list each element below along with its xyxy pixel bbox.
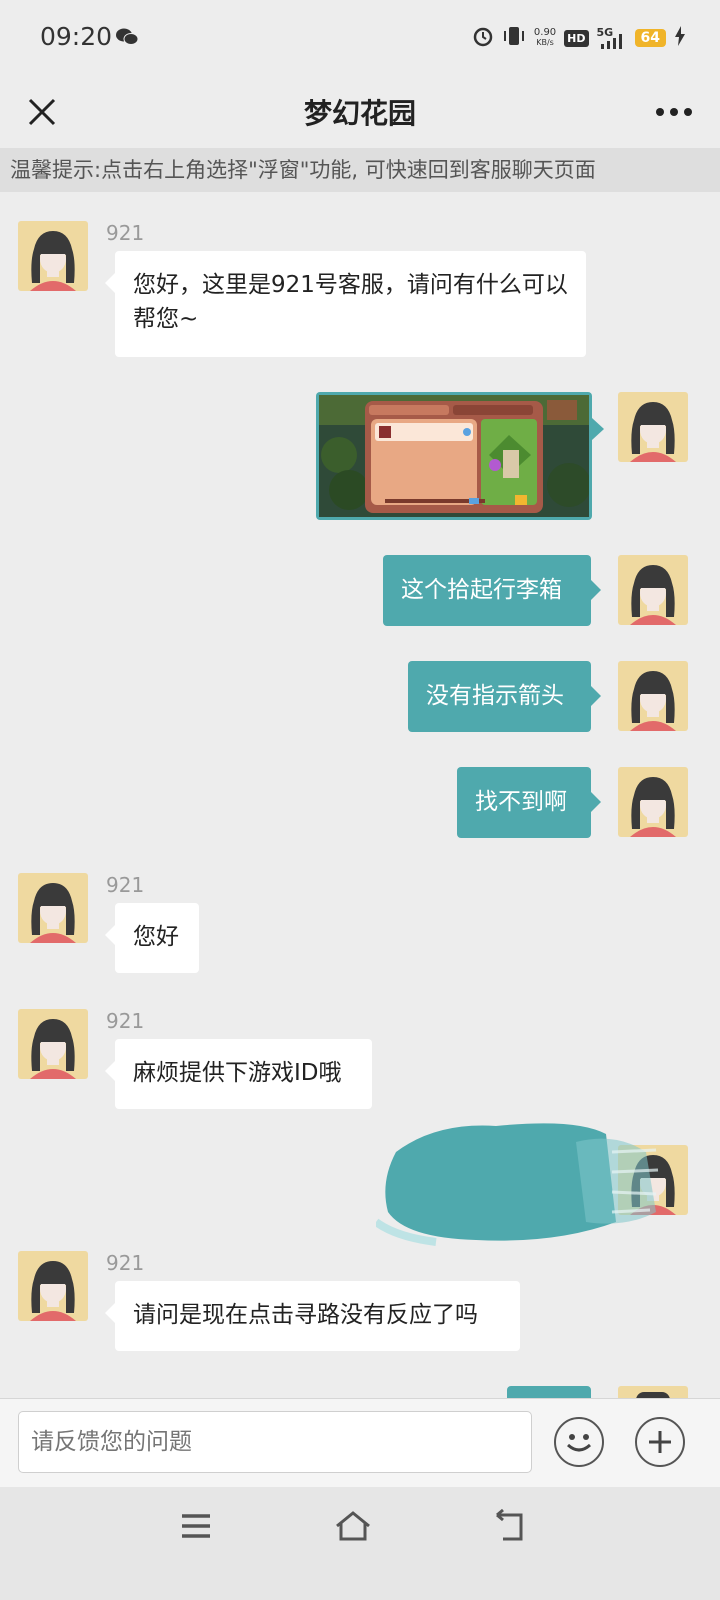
hd-badge: HD bbox=[564, 29, 589, 47]
user-avatar[interactable] bbox=[618, 392, 688, 462]
agent-avatar[interactable] bbox=[18, 221, 88, 291]
status-bar: 09:20 0.90 KB/s HD 5G 64 bbox=[0, 0, 720, 76]
agent-avatar[interactable] bbox=[18, 1009, 88, 1079]
agent-name: 921 bbox=[106, 221, 145, 245]
network-speed: 0.90 KB/s bbox=[534, 28, 556, 48]
agent-message[interactable]: 请问是现在点击寻路没有反应了吗 bbox=[105, 1281, 520, 1351]
battery-level: 64 bbox=[634, 29, 666, 47]
page-title: 梦幻花园 bbox=[303, 97, 416, 130]
agent-name: 921 bbox=[106, 873, 145, 897]
agent-avatar[interactable] bbox=[18, 873, 88, 943]
input-bar bbox=[0, 1398, 720, 1487]
user-message[interactable]: 没有指示箭头 bbox=[408, 661, 601, 732]
speed-unit: KB/s bbox=[536, 38, 554, 47]
signal-icon: 5G bbox=[597, 26, 627, 50]
user-message[interactable]: 找不到啊 bbox=[457, 767, 601, 838]
alarm-icon bbox=[472, 25, 494, 51]
speed-value: 0.90 bbox=[533, 27, 557, 38]
more-icon[interactable] bbox=[650, 90, 698, 134]
header: 梦幻花园 bbox=[0, 76, 720, 148]
user-avatar bbox=[618, 1386, 688, 1398]
vibrate-icon bbox=[502, 25, 526, 51]
agent-message[interactable]: 您好，这里是921号客服，请问有什么可以帮您~ bbox=[105, 251, 586, 357]
image-message[interactable] bbox=[316, 392, 604, 520]
redacted-message bbox=[376, 1123, 659, 1246]
home-icon[interactable] bbox=[333, 1509, 373, 1543]
back-icon[interactable] bbox=[493, 1509, 527, 1543]
message-input[interactable] bbox=[18, 1411, 532, 1473]
user-avatar[interactable] bbox=[618, 555, 688, 625]
emoji-icon[interactable] bbox=[554, 1417, 604, 1467]
user-message-partial bbox=[507, 1386, 591, 1398]
user-avatar[interactable] bbox=[618, 661, 688, 731]
menu-icon[interactable] bbox=[180, 1511, 212, 1541]
agent-avatar[interactable] bbox=[18, 1251, 88, 1321]
notice-banner: 温馨提示:点击右上角选择"浮窗"功能, 可快速回到客服聊天页面 bbox=[0, 148, 720, 192]
user-avatar[interactable] bbox=[618, 767, 688, 837]
agent-message[interactable]: 您好 bbox=[105, 903, 199, 973]
status-icons: 0.90 KB/s HD 5G 64 bbox=[472, 22, 686, 54]
agent-name: 921 bbox=[106, 1251, 145, 1275]
user-message[interactable]: 这个拾起行李箱 bbox=[383, 555, 601, 626]
system-nav-bar bbox=[0, 1487, 720, 1600]
plus-icon[interactable] bbox=[635, 1417, 685, 1467]
game-screenshot-image bbox=[319, 395, 591, 517]
status-time: 09:20 bbox=[40, 22, 113, 51]
close-icon[interactable] bbox=[20, 90, 64, 134]
charging-icon bbox=[674, 26, 686, 50]
agent-name: 921 bbox=[106, 1009, 145, 1033]
wechat-icon bbox=[116, 28, 139, 50]
agent-message[interactable]: 麻烦提供下游戏ID哦 bbox=[105, 1039, 372, 1109]
